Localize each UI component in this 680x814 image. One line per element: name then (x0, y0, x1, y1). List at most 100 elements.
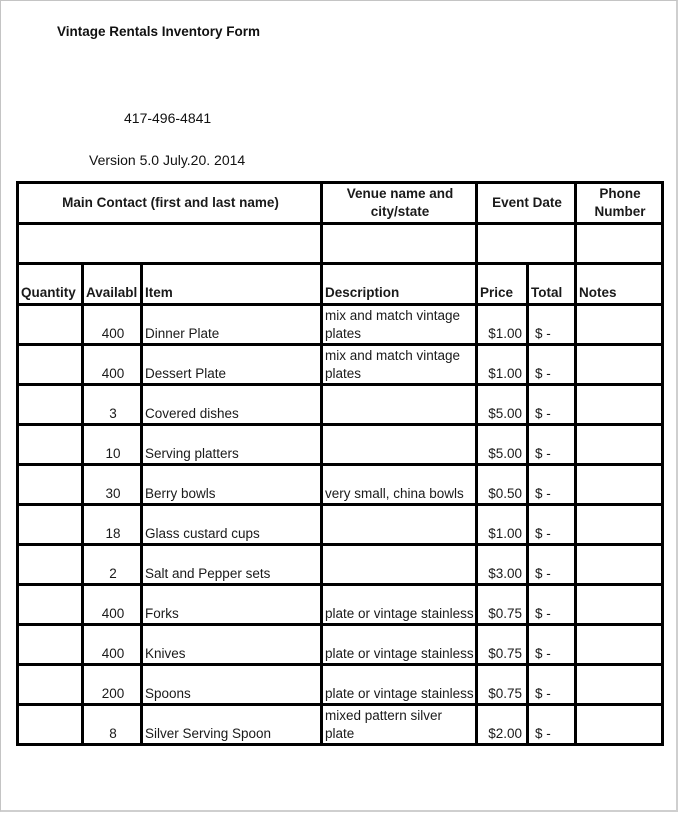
description-column-header: Description (320, 262, 478, 306)
item-cell: Forks (140, 583, 323, 626)
main-contact-field[interactable] (16, 222, 323, 265)
quantity-cell[interactable] (16, 343, 84, 386)
notes-cell[interactable] (574, 583, 664, 626)
notes-cell[interactable] (574, 623, 664, 666)
price-cell: $1.00 (475, 503, 529, 546)
total-cell: $ - (526, 703, 577, 746)
quantity-column-header: Quantity (16, 262, 84, 306)
price-cell: $1.00 (475, 343, 529, 386)
available-cell: 200 (81, 663, 143, 706)
table-row: 400 Knives plate or vintage stainless $0.75… (16, 623, 664, 666)
description-cell: mix and match vintage plates (320, 303, 478, 346)
quantity-cell[interactable] (16, 663, 84, 706)
notes-cell[interactable] (574, 463, 664, 506)
table-row: 400 Forks plate or vintage stainless $0.75 $… (16, 583, 664, 626)
notes-cell[interactable] (574, 663, 664, 706)
price-cell: $1.00 (475, 303, 529, 346)
contact-values-row (16, 222, 664, 265)
item-cell: Spoons (140, 663, 323, 706)
available-cell: 400 (81, 623, 143, 666)
description-cell (320, 503, 478, 546)
inventory-table: Main Contact (first and last name) Venue… (16, 181, 664, 746)
available-cell: 400 (81, 343, 143, 386)
total-cell: $ - (526, 303, 577, 346)
item-cell: Berry bowls (140, 463, 323, 506)
available-cell: 3 (81, 383, 143, 426)
notes-cell[interactable] (574, 383, 664, 426)
item-cell: Dessert Plate (140, 343, 323, 386)
quantity-cell[interactable] (16, 383, 84, 426)
quantity-cell[interactable] (16, 303, 84, 346)
quantity-cell[interactable] (16, 583, 84, 626)
quantity-cell[interactable] (16, 503, 84, 546)
table-row: 400 Dessert Plate mix and match vintage pl… (16, 343, 664, 386)
total-cell: $ - (526, 583, 577, 626)
item-cell: Covered dishes (140, 383, 323, 426)
description-cell (320, 543, 478, 586)
column-header-row: Quantity Availabl Item Description Price… (16, 262, 664, 306)
available-cell: 10 (81, 423, 143, 466)
venue-field[interactable] (320, 222, 478, 265)
total-column-header: Total (526, 262, 577, 306)
table-row: 400 Dinner Plate mix and match vintage pla… (16, 303, 664, 346)
document-title: Vintage Rentals Inventory Form (57, 24, 261, 39)
price-cell: $0.75 (475, 623, 529, 666)
item-cell: Silver Serving Spoon (140, 703, 323, 746)
quantity-cell[interactable] (16, 623, 84, 666)
inventory-form: Main Contact (first and last name) Venue… (16, 181, 664, 746)
available-cell: 8 (81, 703, 143, 746)
price-cell: $5.00 (475, 383, 529, 426)
price-cell: $2.00 (475, 703, 529, 746)
available-cell: 400 (81, 303, 143, 346)
total-cell: $ - (526, 503, 577, 546)
description-cell: mix and match vintage plates (320, 343, 478, 386)
contact-header-row: Main Contact (first and last name) Venue… (16, 181, 664, 225)
table-row: 200 Spoons plate or vintage stainless $0.75… (16, 663, 664, 706)
total-cell: $ - (526, 663, 577, 706)
notes-cell[interactable] (574, 343, 664, 386)
main-contact-header: Main Contact (first and last name) (16, 181, 323, 225)
price-cell: $3.00 (475, 543, 529, 586)
table-row: 8 Silver Serving Spoon mixed pattern silve… (16, 703, 664, 746)
description-cell: plate or vintage stainless (320, 663, 478, 706)
notes-cell[interactable] (574, 423, 664, 466)
item-column-header: Item (140, 262, 323, 306)
description-cell (320, 423, 478, 466)
event-date-header: Event Date (475, 181, 577, 225)
total-cell: $ - (526, 623, 577, 666)
phone-number-header: Phone Number (574, 181, 664, 225)
description-cell: mixed pattern silver plate (320, 703, 478, 746)
phone-number-field[interactable] (574, 222, 664, 265)
available-cell: 2 (81, 543, 143, 586)
available-column-header: Availabl (81, 262, 143, 306)
total-cell: $ - (526, 463, 577, 506)
available-cell: 30 (81, 463, 143, 506)
item-cell: Dinner Plate (140, 303, 323, 346)
item-cell: Knives (140, 623, 323, 666)
quantity-cell[interactable] (16, 463, 84, 506)
description-cell (320, 383, 478, 426)
quantity-cell[interactable] (16, 703, 84, 746)
venue-header: Venue name and city/state (320, 181, 478, 225)
price-cell: $0.75 (475, 663, 529, 706)
quantity-cell[interactable] (16, 423, 84, 466)
available-cell: 400 (81, 583, 143, 626)
notes-cell[interactable] (574, 503, 664, 546)
total-cell: $ - (526, 543, 577, 586)
table-row: 10 Serving platters $5.00 $ - (16, 423, 664, 466)
item-cell: Serving platters (140, 423, 323, 466)
notes-cell[interactable] (574, 303, 664, 346)
quantity-cell[interactable] (16, 543, 84, 586)
available-cell: 18 (81, 503, 143, 546)
price-column-header: Price (475, 262, 529, 306)
table-row: 30 Berry bowls very small, china bowls $0.5… (16, 463, 664, 506)
event-date-field[interactable] (475, 222, 577, 265)
price-cell: $5.00 (475, 423, 529, 466)
notes-cell[interactable] (574, 703, 664, 746)
description-cell: plate or vintage stainless (320, 623, 478, 666)
description-cell: very small, china bowls (320, 463, 478, 506)
version-line: Version 5.0 July.20. 2014 (89, 152, 246, 168)
table-row: 18 Glass custard cups $1.00 $ - (16, 503, 664, 546)
notes-cell[interactable] (574, 543, 664, 586)
table-row: 3 Covered dishes $5.00 $ - (16, 383, 664, 426)
